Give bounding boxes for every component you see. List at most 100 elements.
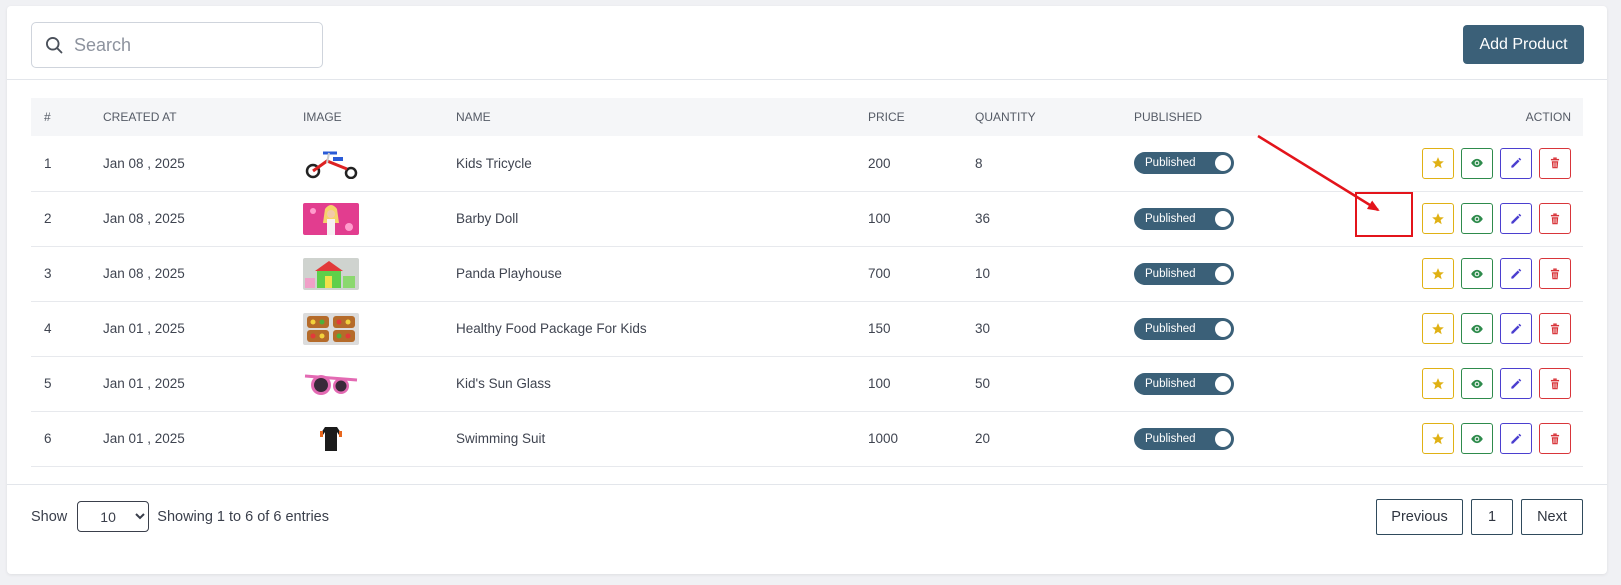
column-header-published: PUBLISHED xyxy=(1134,110,1203,124)
published-toggle[interactable]: Published xyxy=(1134,262,1234,285)
feature-button[interactable] xyxy=(1422,313,1454,344)
eye-icon xyxy=(1471,214,1483,223)
delete-button[interactable] xyxy=(1539,258,1571,289)
star-icon xyxy=(1432,212,1444,224)
row-number: 6 xyxy=(44,431,52,446)
previous-page-button[interactable]: Previous xyxy=(1376,499,1463,535)
eye-icon xyxy=(1471,269,1483,278)
published-toggle-label: Published xyxy=(1145,377,1196,390)
feature-button[interactable] xyxy=(1422,258,1454,289)
page-size-control: Show 10 Showing 1 to 6 of 6 entries xyxy=(31,501,329,532)
view-button[interactable] xyxy=(1461,368,1493,399)
delete-button[interactable] xyxy=(1539,423,1571,454)
edit-button[interactable] xyxy=(1500,423,1532,454)
doll-image xyxy=(290,191,443,246)
quantity: 30 xyxy=(975,321,991,336)
view-button[interactable] xyxy=(1461,203,1493,234)
products-table: # CREATED AT IMAGE NAME PRICE QUANTITY P… xyxy=(31,98,1583,467)
created-at: Jan 01 , 2025 xyxy=(103,431,185,446)
pagination: Previous 1 Next xyxy=(1376,499,1583,535)
column-header-created-at: CREATED AT xyxy=(103,110,177,124)
feature-button[interactable] xyxy=(1422,368,1454,399)
price: 150 xyxy=(868,321,891,336)
created-at: Jan 01 , 2025 xyxy=(103,376,185,391)
created-at: Jan 08 , 2025 xyxy=(103,211,185,226)
action-cell xyxy=(1301,301,1583,356)
show-label: Show xyxy=(31,508,68,525)
column-header-number: # xyxy=(44,110,51,124)
quantity: 8 xyxy=(975,155,983,171)
published-toggle-label: Published xyxy=(1145,432,1196,445)
feature-button[interactable] xyxy=(1422,203,1454,234)
page-size-select[interactable]: 10 xyxy=(77,501,150,532)
published-toggle[interactable]: Published xyxy=(1134,372,1234,395)
row-number: 5 xyxy=(44,376,52,391)
eye-icon xyxy=(1471,324,1483,333)
pencil-icon xyxy=(1511,323,1522,334)
view-button[interactable] xyxy=(1461,423,1493,454)
published-toggle[interactable]: Published xyxy=(1134,152,1234,175)
column-header-name: NAME xyxy=(456,110,491,124)
table-row: 2 Jan 08 , 2025 Barby Doll 100 36 Published xyxy=(31,191,1583,246)
published-cell: Published xyxy=(1121,301,1301,356)
action-cell xyxy=(1301,136,1583,191)
table-row: 4 Jan 01 , 2025 Healthy Food Package For K… xyxy=(31,301,1583,356)
column-header-image: IMAGE xyxy=(303,110,342,124)
star-icon xyxy=(1432,322,1444,334)
table-header-row: # CREATED AT IMAGE NAME PRICE QUANTITY P… xyxy=(31,98,1583,136)
trash-icon xyxy=(1550,322,1560,334)
created-at: Jan 08 , 2025 xyxy=(103,155,185,171)
sunglass-image xyxy=(290,356,443,411)
toggle-knob xyxy=(1215,320,1231,337)
trash-icon xyxy=(1550,267,1560,279)
view-button[interactable] xyxy=(1461,147,1493,179)
price: 700 xyxy=(868,266,891,281)
delete-button[interactable] xyxy=(1539,203,1571,234)
toggle-knob xyxy=(1215,210,1231,227)
price: 100 xyxy=(868,376,891,391)
edit-button[interactable] xyxy=(1500,313,1532,344)
edit-button[interactable] xyxy=(1500,368,1532,399)
product-name: Kid's Sun Glass xyxy=(456,376,551,391)
action-cell xyxy=(1301,411,1583,466)
food-image xyxy=(290,301,443,356)
product-name: Swimming Suit xyxy=(456,431,546,446)
star-icon xyxy=(1432,157,1444,169)
toggle-knob xyxy=(1215,375,1231,392)
quantity: 36 xyxy=(975,211,991,226)
edit-button[interactable] xyxy=(1500,258,1532,289)
pencil-icon xyxy=(1511,378,1522,389)
view-button[interactable] xyxy=(1461,258,1493,289)
delete-button[interactable] xyxy=(1539,368,1571,399)
delete-button[interactable] xyxy=(1539,313,1571,344)
price: 100 xyxy=(868,211,891,226)
published-toggle[interactable]: Published xyxy=(1134,427,1234,450)
price: 1000 xyxy=(868,431,899,446)
search-box[interactable] xyxy=(31,22,323,68)
search-input[interactable] xyxy=(74,34,314,56)
playhouse-image xyxy=(290,246,443,301)
published-cell: Published xyxy=(1121,191,1301,246)
published-toggle[interactable]: Published xyxy=(1134,317,1234,340)
published-toggle-label: Published xyxy=(1145,322,1196,335)
page-1-button[interactable]: 1 xyxy=(1471,499,1513,535)
product-name: Kids Tricycle xyxy=(456,155,532,171)
swimsuit-image xyxy=(290,411,443,466)
column-header-price: PRICE xyxy=(868,110,905,124)
published-toggle-label: Published xyxy=(1145,157,1196,170)
toolbar: Add Product xyxy=(7,6,1607,80)
published-toggle-label: Published xyxy=(1145,267,1196,280)
delete-button[interactable] xyxy=(1539,147,1571,179)
quantity: 50 xyxy=(975,376,991,391)
next-page-button[interactable]: Next xyxy=(1521,499,1583,535)
trash-icon xyxy=(1550,432,1560,444)
edit-button[interactable] xyxy=(1500,203,1532,234)
table-row: 6 Jan 01 , 2025 Swimming Suit 1000 20 Publish… xyxy=(31,411,1583,466)
published-toggle[interactable]: Published xyxy=(1134,207,1234,230)
created-at: Jan 08 , 2025 xyxy=(103,266,185,281)
add-product-button[interactable]: Add Product xyxy=(1463,25,1584,64)
view-button[interactable] xyxy=(1461,313,1493,344)
feature-button[interactable] xyxy=(1422,147,1454,179)
feature-button[interactable] xyxy=(1422,423,1454,454)
edit-button[interactable] xyxy=(1500,147,1532,179)
